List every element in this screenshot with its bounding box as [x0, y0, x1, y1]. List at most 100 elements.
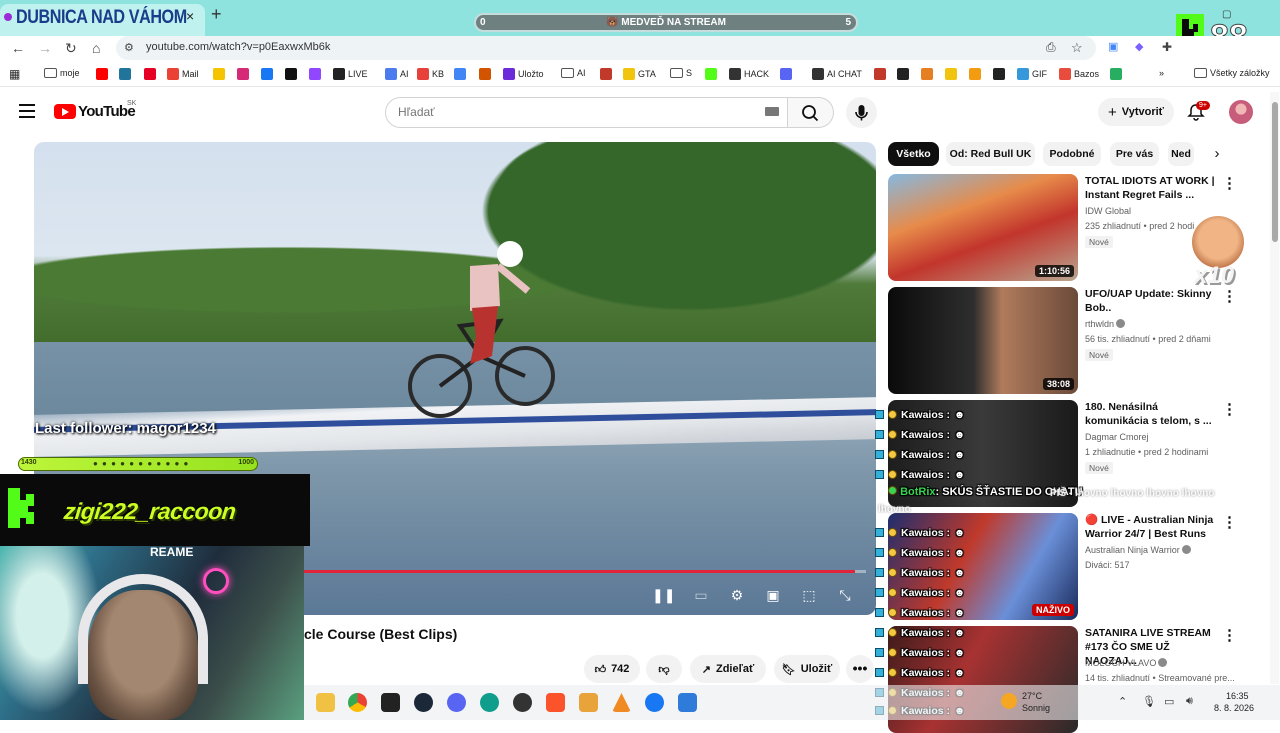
site-info-icon[interactable]: ⚙	[124, 41, 134, 54]
store-icon[interactable]	[678, 693, 697, 712]
clock-date[interactable]: 8. 8. 2026	[1214, 703, 1254, 713]
discord-icon[interactable]	[447, 693, 466, 712]
bookmark-6[interactable]	[237, 68, 252, 80]
recommendation-channel[interactable]: rthwldn	[1085, 319, 1126, 329]
bookmark-13[interactable]	[454, 68, 469, 80]
app-icon[interactable]	[579, 693, 598, 712]
brave-icon[interactable]	[546, 693, 565, 712]
cast-icon[interactable]: ⬚	[800, 586, 818, 604]
bookmark-24[interactable]	[874, 68, 889, 80]
recommendation-channel[interactable]: Dagmar Cmorej	[1085, 432, 1149, 442]
reload-icon[interactable]: ↻	[65, 40, 77, 57]
recommendation-title[interactable]: 🔴 LIVE - Australian Ninja Warrior 24/7 |…	[1085, 513, 1215, 541]
recommendation-thumbnail[interactable]: 1:10:56	[888, 174, 1078, 281]
obs-icon[interactable]	[513, 693, 532, 712]
bookmark-29[interactable]	[993, 68, 1008, 80]
install-app-icon[interactable]: ⎙	[1046, 40, 1056, 55]
subtitles-icon[interactable]: ▭	[692, 586, 710, 604]
bookmark-17[interactable]	[600, 68, 615, 80]
bookmark-8[interactable]	[285, 68, 300, 80]
bookmark-5[interactable]	[213, 68, 228, 80]
network-icon[interactable]: ▭	[1164, 695, 1174, 708]
recommendation-channel[interactable]: Australian Ninja Warrior	[1085, 545, 1191, 555]
account-avatar[interactable]	[1229, 100, 1253, 124]
bookmark-4[interactable]: Mail	[167, 68, 199, 80]
bookmarks-more-icon[interactable]: »	[1159, 68, 1164, 78]
recommendation-title[interactable]: UFO/UAP Update: Skinny Bob..	[1085, 287, 1215, 315]
bookmark-16[interactable]: AI	[561, 68, 586, 78]
chrome-icon[interactable]	[348, 693, 367, 712]
home-icon[interactable]: ⌂	[92, 40, 100, 56]
bookmark-9[interactable]	[309, 68, 324, 80]
search-button[interactable]	[788, 97, 834, 128]
bookmark-19[interactable]: S	[670, 68, 692, 78]
bookmark-31[interactable]: Bazos	[1059, 68, 1099, 80]
epic-games-icon[interactable]	[381, 693, 400, 712]
bookmark-27[interactable]	[945, 68, 960, 80]
pause-icon[interactable]: ❚❚	[652, 586, 675, 604]
all-bookmarks[interactable]: Všetky záložky	[1194, 68, 1270, 78]
filter-chip[interactable]: Od: Red Bull UK	[946, 142, 1035, 166]
recommendation-channel[interactable]: MOLOCH VLAVO	[1085, 658, 1168, 668]
dislike-button[interactable]: 👎︎	[646, 655, 682, 683]
chevron-right-icon[interactable]: ›	[1209, 145, 1225, 163]
microphone-tray-icon[interactable]: 🎙︎	[1142, 695, 1156, 708]
bookmark-3[interactable]	[144, 68, 159, 80]
recommendation-title[interactable]: 180. Nenásilná komunikácia s telom, s ..…	[1085, 400, 1215, 428]
tray-chevron-icon[interactable]: ⌃	[1118, 695, 1127, 708]
tab-close-icon[interactable]: ×	[186, 8, 194, 24]
bookmark-2[interactable]	[119, 68, 134, 80]
miniplayer-icon[interactable]: ▣	[764, 586, 782, 604]
like-button[interactable]: 👍︎ 742	[584, 655, 640, 683]
steam-icon[interactable]	[414, 693, 433, 712]
more-actions-button[interactable]: •••	[846, 655, 874, 683]
bookmark-22[interactable]	[780, 68, 795, 80]
extensions-icon[interactable]: ✚	[1162, 40, 1172, 54]
create-button[interactable]: + Vytvoriť	[1098, 98, 1174, 126]
filter-chip[interactable]: Všetko	[888, 142, 939, 166]
back-icon[interactable]: ←	[11, 40, 25, 56]
settings-gear-icon[interactable]: ⚙	[728, 586, 746, 604]
bookmark-star-icon[interactable]: ☆	[1071, 40, 1083, 56]
bookmark-23[interactable]: AI CHAT	[812, 68, 862, 80]
page-scrollbar-thumb[interactable]	[1272, 102, 1278, 242]
filter-chip[interactable]: Podobné	[1043, 142, 1101, 166]
bookmark-25[interactable]	[897, 68, 912, 80]
translate-ext-icon[interactable]: ▣	[1108, 40, 1118, 53]
bookmark-0[interactable]: moje	[44, 68, 80, 78]
youtube-logo-icon[interactable]	[54, 104, 76, 119]
facebook-icon[interactable]	[645, 693, 664, 712]
clock-time[interactable]: 16:35	[1226, 691, 1249, 701]
recommendation-menu-icon[interactable]: ⋮	[1222, 513, 1237, 531]
edge-icon[interactable]	[480, 693, 499, 712]
recommendation-title[interactable]: TOTAL IDIOTS AT WORK | Instant Regret Fa…	[1085, 174, 1215, 202]
recommendation-menu-icon[interactable]: ⋮	[1222, 174, 1237, 192]
search-input[interactable]	[385, 97, 788, 128]
bookmark-7[interactable]	[261, 68, 276, 80]
volume-icon[interactable]: 🔊︎	[1186, 695, 1193, 708]
bookmark-28[interactable]	[969, 68, 984, 80]
recommendation-thumbnail[interactable]: 38:08	[888, 287, 1078, 394]
new-tab-button[interactable]: +	[211, 4, 222, 25]
bookmark-32[interactable]	[1110, 68, 1125, 80]
bookmark-18[interactable]: GTA	[623, 68, 656, 80]
fullscreen-icon[interactable]: ⤡	[836, 586, 854, 604]
bookmark-11[interactable]: AI	[385, 68, 409, 80]
file-explorer-icon[interactable]	[316, 693, 335, 712]
filter-chip[interactable]: Ned	[1168, 142, 1194, 166]
bookmark-21[interactable]: HACK	[729, 68, 769, 80]
share-button[interactable]: ↗ Zdieľať	[690, 655, 766, 683]
keyboard-icon[interactable]	[765, 107, 779, 116]
recommendation-menu-icon[interactable]: ⋮	[1222, 626, 1237, 644]
weather-sun-icon[interactable]	[1001, 693, 1017, 709]
extension-ai-icon[interactable]: ◆	[1135, 40, 1143, 53]
voice-search-button[interactable]	[846, 97, 877, 128]
bookmark-30[interactable]: GIF	[1017, 68, 1047, 80]
bookmark-1[interactable]	[96, 68, 111, 80]
bookmark-15[interactable]: Uložto	[503, 68, 544, 80]
save-button[interactable]: 🔖︎ Uložiť	[774, 655, 840, 683]
forward-icon[interactable]: →	[38, 40, 52, 56]
filter-chip[interactable]: Pre vás	[1110, 142, 1159, 166]
bookmark-20[interactable]	[705, 68, 720, 80]
bookmark-12[interactable]: KB	[417, 68, 444, 80]
